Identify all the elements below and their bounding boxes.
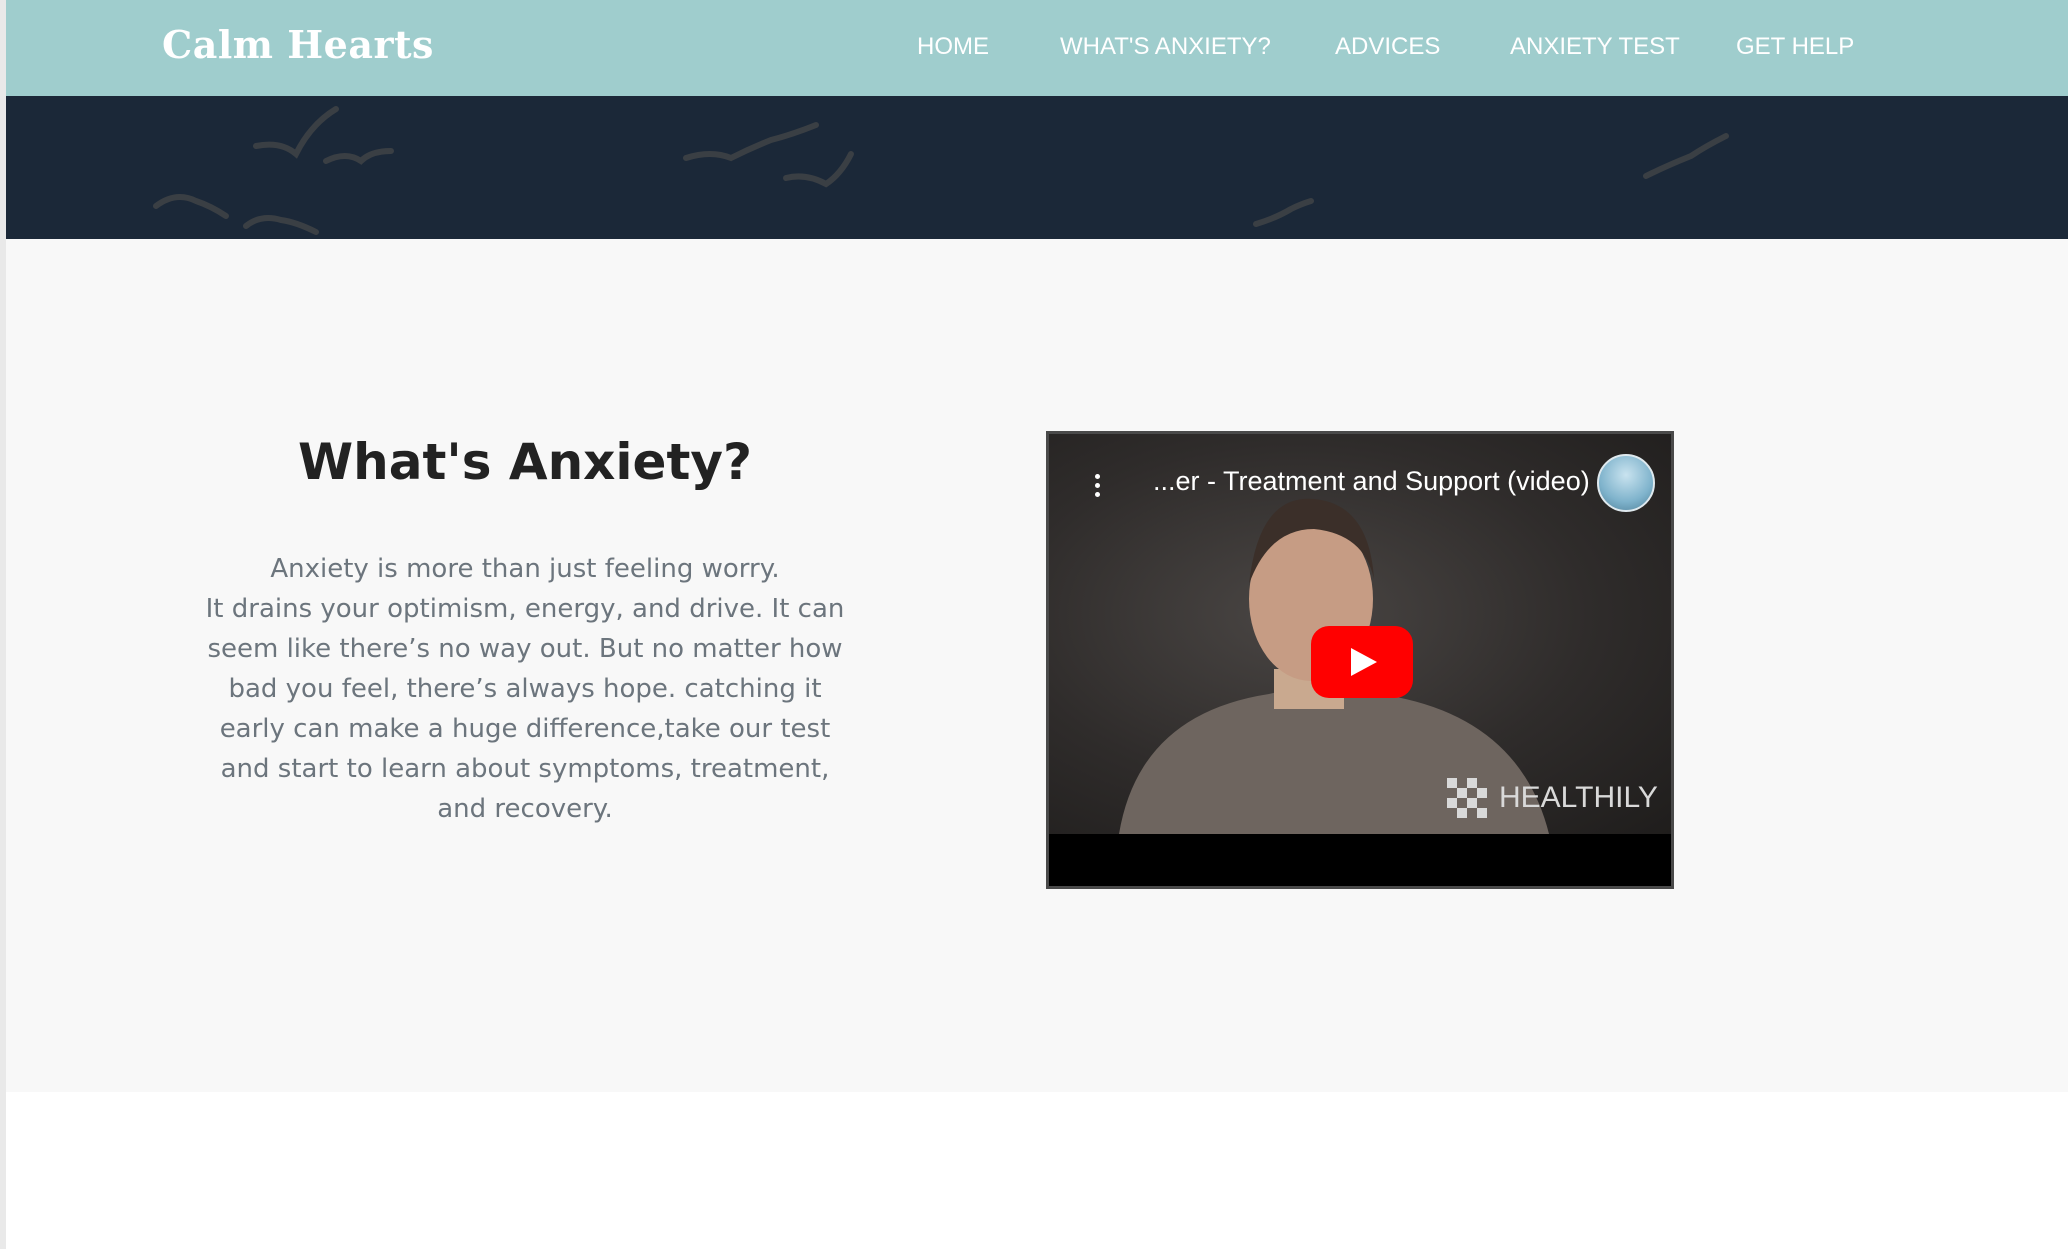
anxiety-description: Anxiety is more than just feeling worry.… [192, 549, 858, 829]
main-content: What's Anxiety? Anxiety is more than jus… [6, 239, 2068, 1092]
description-line: It drains your optimism, energy, and dri… [205, 594, 845, 624]
description-line: early can make a huge difference,take ou… [219, 714, 831, 744]
description-line: seem like there’s no way out. But no mat… [207, 634, 843, 664]
watermark-text: HEALTHILY [1499, 781, 1658, 814]
birds-illustration [153, 106, 1729, 235]
channel-avatar[interactable] [1597, 454, 1655, 512]
youtube-video-embed[interactable]: ...er - Treatment and Support (video) HE… [1046, 431, 1674, 889]
description-line: and start to learn about symptoms, treat… [220, 754, 830, 784]
video-title[interactable]: ...er - Treatment and Support (video) [1153, 466, 1590, 497]
nav-whats-anxiety[interactable]: WHAT'S ANXIETY? [1060, 33, 1271, 61]
video-watermark: HEALTHILY [1447, 778, 1658, 818]
nav-advices[interactable]: ADVICES [1335, 33, 1440, 61]
navbar: Calm Hearts HOME WHAT'S ANXIETY? ADVICES… [6, 0, 2068, 96]
page-title: What's Anxiety? [298, 433, 752, 491]
nav-get-help[interactable]: GET HELP [1736, 33, 1854, 61]
nav-anxiety-test[interactable]: ANXIETY TEST [1510, 33, 1680, 61]
description-line: and recovery. [437, 794, 613, 824]
description-line: bad you feel, there’s always hope. catch… [228, 674, 822, 704]
main-nav: HOME WHAT'S ANXIETY? ADVICES ANXIETY TES… [6, 33, 2068, 63]
video-thumbnail[interactable]: ...er - Treatment and Support (video) HE… [1049, 434, 1671, 834]
healthily-logo-icon [1447, 778, 1487, 818]
description-line: Anxiety is more than just feeling worry. [270, 554, 780, 584]
play-icon[interactable] [1311, 626, 1413, 698]
nav-home[interactable]: HOME [917, 33, 989, 61]
hero-banner [6, 96, 2068, 239]
more-vert-icon[interactable] [1095, 474, 1101, 501]
